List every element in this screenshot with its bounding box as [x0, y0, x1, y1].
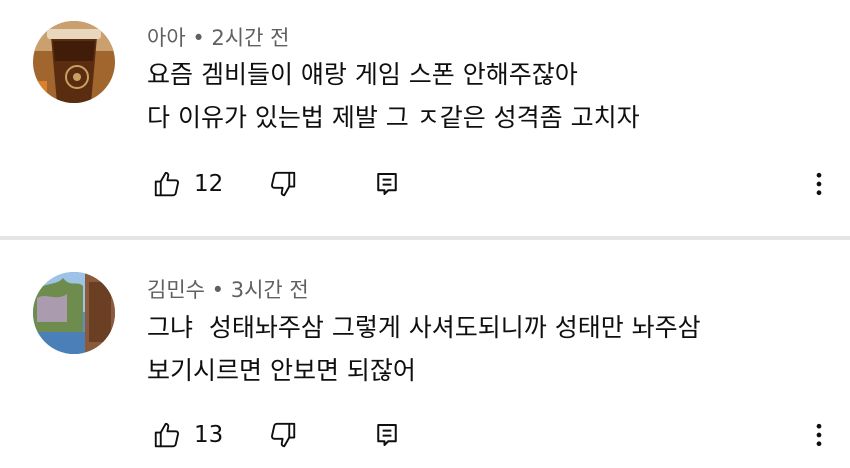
thumbs-up-icon: [152, 420, 182, 450]
more-vertical-icon: [804, 420, 834, 450]
like-count: 12: [194, 171, 224, 197]
comment-text: 그냐 성태놔주삼 그렇게 사셔도되니까 성태만 놔주삼 보기시르면 안보면 되잖…: [147, 306, 701, 392]
comment-time[interactable]: 3시간 전: [231, 278, 309, 302]
like-button[interactable]: 13: [152, 420, 223, 450]
reply-button[interactable]: [372, 420, 402, 450]
more-vertical-icon: [804, 169, 834, 199]
comment-actions: 13: [147, 420, 847, 456]
author-name[interactable]: 김민수: [147, 278, 205, 302]
avatar[interactable]: [33, 21, 115, 103]
thumbs-down-icon: [268, 420, 298, 450]
avatar[interactable]: [33, 272, 115, 354]
meta-separator: •: [211, 278, 225, 302]
author-name[interactable]: 아아: [147, 26, 186, 50]
thumbs-down-icon: [268, 169, 298, 199]
reply-button[interactable]: [372, 169, 402, 199]
more-options-button[interactable]: [804, 169, 834, 199]
like-count: 13: [194, 422, 224, 448]
dislike-button[interactable]: [268, 169, 298, 199]
dislike-button[interactable]: [268, 420, 298, 450]
thumbs-up-icon: [152, 169, 182, 199]
comment-thread-item: 아아 • 2시간 전 요즘 겜비들이 얘랑 게임 스폰 안해주잖아 다 이유가 …: [0, 0, 850, 236]
more-options-button[interactable]: [804, 420, 834, 450]
reply-icon: [372, 169, 402, 199]
comment-line: 다 이유가 있는법 제발 그 ㅈ같은 성격좀 고치자: [147, 103, 640, 132]
comment-thread-item: 김민수 • 3시간 전 그냐 성태놔주삼 그렇게 사셔도되니까 성태만 놔주삼 …: [0, 240, 850, 468]
comment-line: 보기시르면 안보면 되잖어: [147, 356, 416, 385]
comment-meta: 아아 • 2시간 전: [147, 22, 289, 52]
comment-text: 요즘 겜비들이 얘랑 게임 스폰 안해주잖아 다 이유가 있는법 제발 그 ㅈ같…: [147, 53, 640, 139]
comment-line: 그냐 성태놔주삼 그렇게 사셔도되니까 성태만 놔주삼: [147, 313, 701, 342]
like-button[interactable]: 12: [152, 169, 223, 199]
comment-line: 요즘 겜비들이 얘랑 게임 스폰 안해주잖아: [147, 60, 578, 89]
comment-actions: 12: [147, 169, 847, 205]
reply-icon: [372, 420, 402, 450]
comment-meta: 김민수 • 3시간 전: [147, 274, 309, 304]
meta-separator: •: [192, 26, 205, 50]
comment-time[interactable]: 2시간 전: [211, 26, 289, 50]
